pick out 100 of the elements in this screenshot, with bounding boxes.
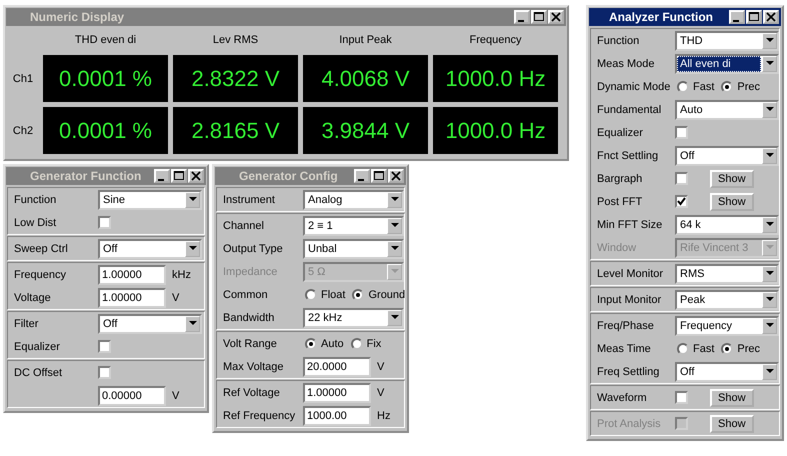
close-button[interactable]: [763, 10, 779, 24]
window-title: Numeric Display: [29, 10, 126, 24]
maximize-icon: [749, 12, 759, 22]
input-field[interactable]: 1.00000: [98, 264, 166, 284]
dropdown[interactable]: Frequency: [675, 316, 779, 336]
maximize-button[interactable]: [531, 10, 547, 24]
minimize-icon: [158, 178, 164, 180]
radio-button[interactable]: [305, 338, 317, 350]
value-display: 2.8322 V: [173, 55, 298, 102]
field-label: Ref Voltage: [223, 386, 280, 398]
dropdown[interactable]: 2 ≡ 1: [303, 216, 404, 236]
radio-label: Fast: [693, 342, 714, 354]
dropdown[interactable]: Off: [675, 362, 779, 382]
show-button[interactable]: Show: [710, 170, 754, 188]
maximize-button[interactable]: [371, 169, 387, 183]
field-label: Low Dist: [14, 216, 56, 228]
column-header: Lev RMS: [212, 33, 260, 48]
radio-button[interactable]: [352, 288, 364, 300]
minimize-icon: [358, 178, 364, 180]
minimize-button[interactable]: [729, 10, 745, 24]
dropdown[interactable]: Off: [675, 146, 779, 166]
minimize-button[interactable]: [154, 169, 170, 183]
dropdown[interactable]: 64 k: [675, 214, 779, 234]
close-icon: [391, 171, 401, 181]
field-label: Max Voltage: [223, 360, 284, 372]
field-label: Voltage: [14, 292, 51, 304]
channel-label: Ch1: [12, 72, 34, 84]
column-header: Frequency: [468, 33, 522, 48]
field-label: Function: [14, 194, 56, 206]
show-button[interactable]: Show: [710, 192, 754, 210]
field-label: Ref Frequency: [223, 410, 296, 422]
radio-label: Fast: [693, 80, 714, 92]
radio-label: Prec: [737, 80, 760, 92]
input-field[interactable]: 1.00000: [303, 382, 371, 402]
dropdown[interactable]: Sine: [98, 190, 202, 210]
checkbox[interactable]: [98, 340, 111, 353]
input-field[interactable]: 1000.00: [303, 406, 371, 426]
field-label: Sweep Ctrl: [14, 242, 68, 254]
field-label: Min FFT Size: [597, 218, 662, 230]
maximize-icon: [174, 171, 184, 181]
field-label: Impedance: [223, 266, 278, 278]
radio-label: Auto: [321, 338, 344, 350]
radio-button[interactable]: [350, 338, 363, 350]
field-label: Post FFT: [597, 196, 642, 208]
maximize-button[interactable]: [171, 169, 187, 183]
dropdown[interactable]: THD: [675, 30, 779, 50]
unit-label: V: [377, 360, 384, 372]
field-label: Volt Range: [223, 338, 277, 350]
minimize-button[interactable]: [354, 169, 370, 183]
radio-button[interactable]: [677, 342, 689, 354]
dropdown[interactable]: Auto: [675, 100, 779, 120]
value-display: 4.0068 V: [303, 55, 428, 102]
close-button[interactable]: [388, 169, 404, 183]
field-label: Bandwidth: [223, 312, 274, 324]
unit-label: V: [172, 292, 180, 304]
close-icon: [766, 12, 776, 22]
dropdown[interactable]: RMS: [675, 264, 779, 284]
field-label: Window: [597, 242, 636, 254]
checkbox[interactable]: [675, 391, 688, 404]
checkbox[interactable]: [98, 216, 111, 229]
window-title: Generator Config: [238, 169, 339, 183]
maximize-icon: [374, 171, 384, 181]
input-field[interactable]: 0.00000: [98, 386, 166, 406]
dropdown[interactable]: 22 kHz: [303, 308, 404, 328]
dropdown[interactable]: Unbal: [303, 238, 404, 258]
checkbox[interactable]: [675, 195, 688, 208]
input-field[interactable]: 20.0000: [303, 356, 371, 376]
field-label: Waveform: [597, 392, 647, 404]
checkbox[interactable]: [98, 366, 111, 379]
dropdown[interactable]: All even di: [675, 54, 779, 74]
show-button[interactable]: Show: [710, 388, 754, 406]
dropdown[interactable]: Analog: [303, 190, 404, 210]
radio-button[interactable]: [677, 80, 689, 92]
maximize-button[interactable]: [746, 10, 762, 24]
field-label: Meas Time: [597, 342, 651, 354]
radio-button[interactable]: [305, 288, 317, 300]
close-button[interactable]: [188, 169, 204, 183]
close-button[interactable]: [548, 10, 564, 24]
dropdown[interactable]: Off: [98, 238, 202, 258]
radio-button[interactable]: [721, 342, 734, 354]
checkbox[interactable]: [675, 172, 688, 185]
field-label: Dynamic Mode: [597, 80, 670, 92]
value-display: 0.0001 %: [43, 55, 168, 102]
window-title: Analyzer Function: [608, 10, 714, 24]
unit-label: kHz: [172, 268, 191, 280]
input-field[interactable]: 1.00000: [98, 288, 166, 308]
radio-button[interactable]: [721, 80, 734, 92]
channel-label: Ch2: [12, 124, 34, 136]
radio-label: Fix: [366, 338, 382, 350]
dropdown[interactable]: Off: [98, 314, 202, 334]
field-label: Frequency: [14, 268, 66, 280]
value-display: 2.8165 V: [173, 107, 298, 154]
unit-label: Hz: [377, 410, 390, 422]
field-label: Channel: [223, 220, 264, 232]
checkbox[interactable]: [675, 126, 688, 139]
dropdown[interactable]: Peak: [675, 290, 779, 310]
unit-label: V: [172, 390, 180, 402]
minimize-button[interactable]: [514, 10, 530, 24]
field-label: Bargraph: [597, 172, 642, 184]
field-label: Prot Analysis: [597, 418, 661, 430]
